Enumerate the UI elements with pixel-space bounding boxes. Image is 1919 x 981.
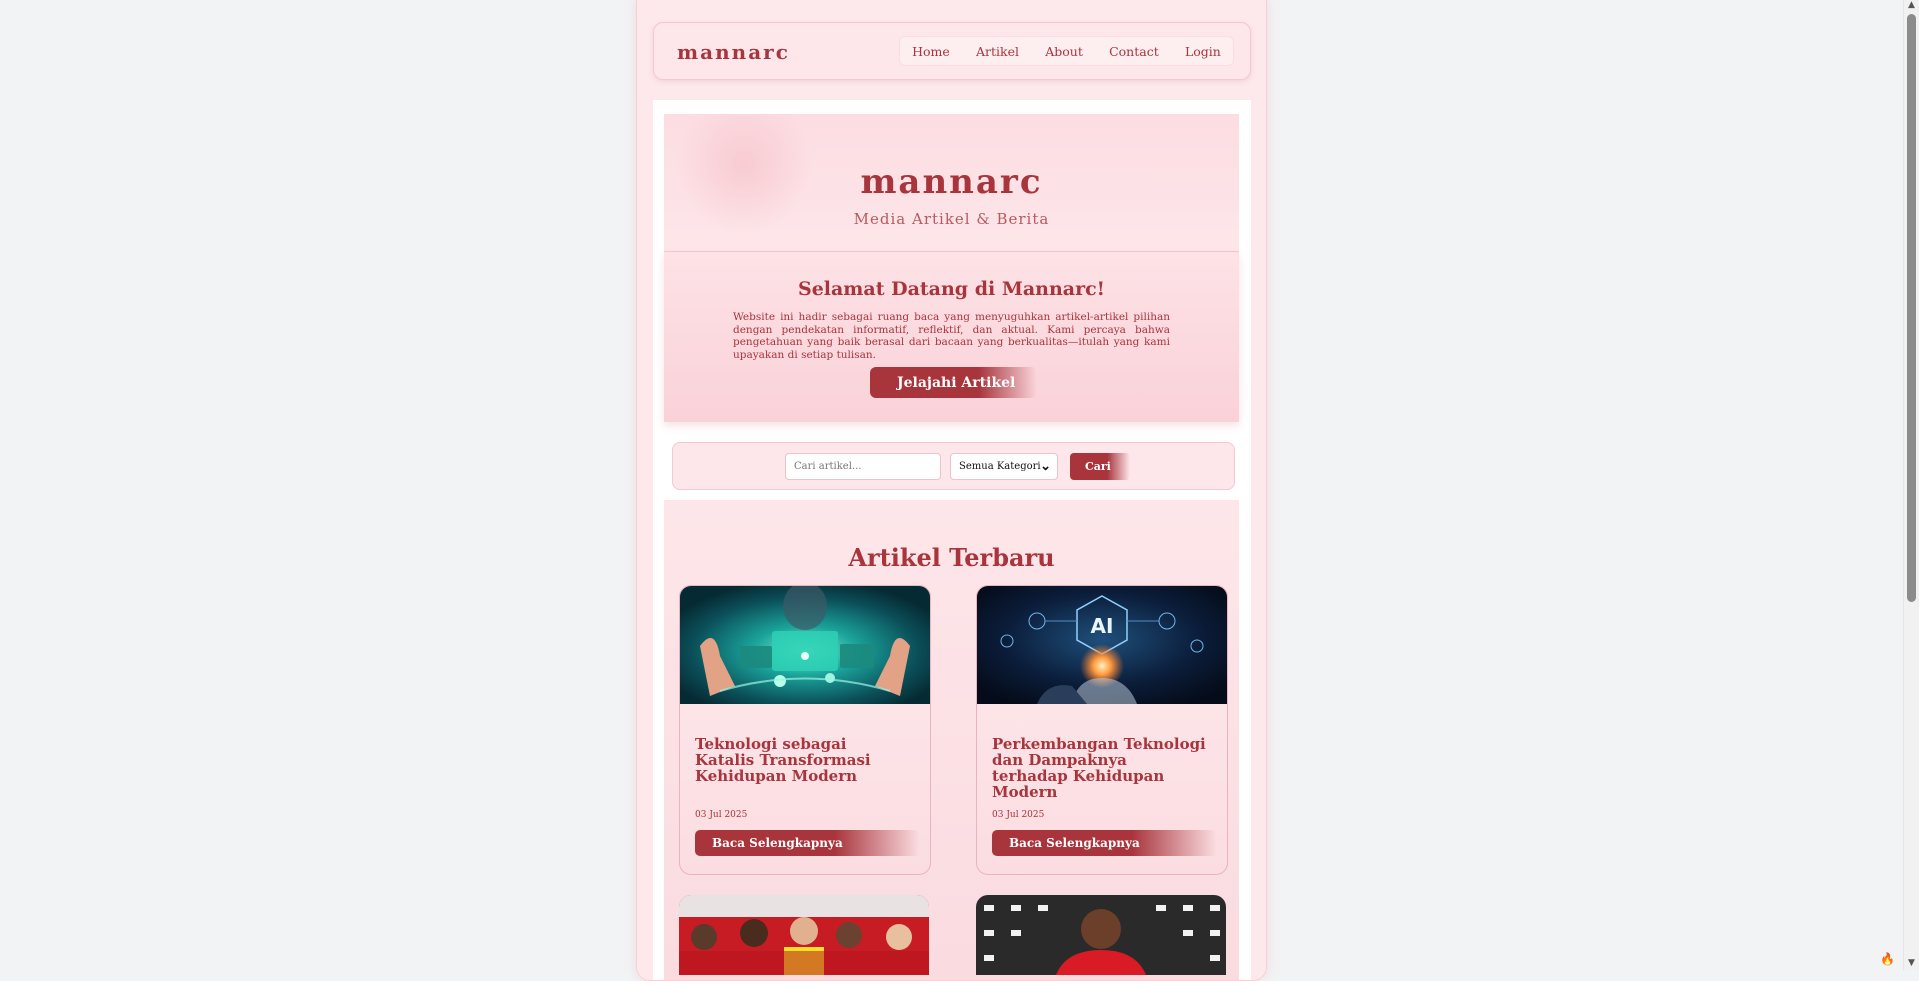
search-bar: Semua Kategori ⌄ Cari [672, 442, 1235, 490]
nav-artikel[interactable]: Artikel [976, 44, 1019, 59]
article-image-tech-hands [680, 586, 930, 704]
category-select[interactable]: Semua Kategori ⌄ [950, 453, 1058, 480]
articles-section: Artikel Terbaru Teknologi sebagai Katali… [664, 500, 1239, 980]
read-more-button[interactable]: Baca Selengkapnya [695, 830, 920, 856]
nav-about[interactable]: About [1045, 44, 1083, 59]
article-card[interactable]: AI Perkembangan Teknologi dan Dampaknya … [976, 585, 1228, 875]
article-image-football-players [679, 895, 929, 975]
nav-contact[interactable]: Contact [1109, 44, 1159, 59]
article-image-ai-hand: AI [977, 586, 1227, 704]
article-image-press-conference [976, 895, 1226, 975]
section-title: Artikel Terbaru [848, 543, 1055, 572]
page-container: mannarc Home Artikel About Contact Login… [636, 0, 1267, 981]
welcome-section: Selamat Datang di Mannarc! Website ini h… [664, 252, 1239, 422]
scroll-thumb[interactable] [1907, 14, 1916, 602]
nav-links: Home Artikel About Contact Login [899, 36, 1234, 66]
navbar: mannarc Home Artikel About Contact Login [653, 22, 1251, 80]
ai-icon-label: AI [1091, 614, 1114, 638]
chevron-down-icon: ⌄ [1040, 459, 1051, 474]
scroll-up-arrow-icon[interactable]: ▲ [1906, 0, 1917, 10]
article-date: 03 Jul 2025 [695, 810, 748, 820]
welcome-text: Website ini hadir sebagai ruang baca yan… [733, 311, 1170, 361]
nav-login[interactable]: Login [1185, 44, 1221, 59]
search-button[interactable]: Cari [1070, 453, 1130, 480]
search-input[interactable] [785, 453, 941, 480]
category-select-value: Semua Kategori [959, 461, 1041, 472]
main-content: mannarc Media Artikel & Berita Selamat D… [653, 100, 1251, 980]
read-more-button[interactable]: Baca Selengkapnya [992, 830, 1217, 856]
article-title[interactable]: Teknologi sebagai Katalis Transformasi K… [695, 736, 910, 784]
article-card-partial[interactable] [976, 895, 1226, 975]
article-title[interactable]: Perkembangan Teknologi dan Dampaknya ter… [992, 736, 1207, 800]
welcome-title: Selamat Datang di Mannarc! [797, 278, 1106, 300]
page-scrollbar[interactable]: ▲ ▼ [1903, 0, 1919, 970]
article-date: 03 Jul 2025 [992, 810, 1045, 820]
hero-title: mannarc [860, 162, 1043, 202]
brand-logo[interactable]: mannarc [677, 40, 790, 64]
article-card[interactable]: Teknologi sebagai Katalis Transformasi K… [679, 585, 931, 875]
nav-home[interactable]: Home [912, 44, 950, 59]
article-card-partial[interactable] [679, 895, 929, 975]
scroll-down-arrow-icon[interactable]: ▼ [1906, 958, 1917, 968]
hero-banner: mannarc Media Artikel & Berita [664, 114, 1239, 252]
hero-subtitle: Media Artikel & Berita [853, 210, 1050, 228]
flame-icon: 🔥 [1880, 952, 1895, 966]
explore-articles-button[interactable]: Jelajahi Artikel [870, 367, 1037, 398]
